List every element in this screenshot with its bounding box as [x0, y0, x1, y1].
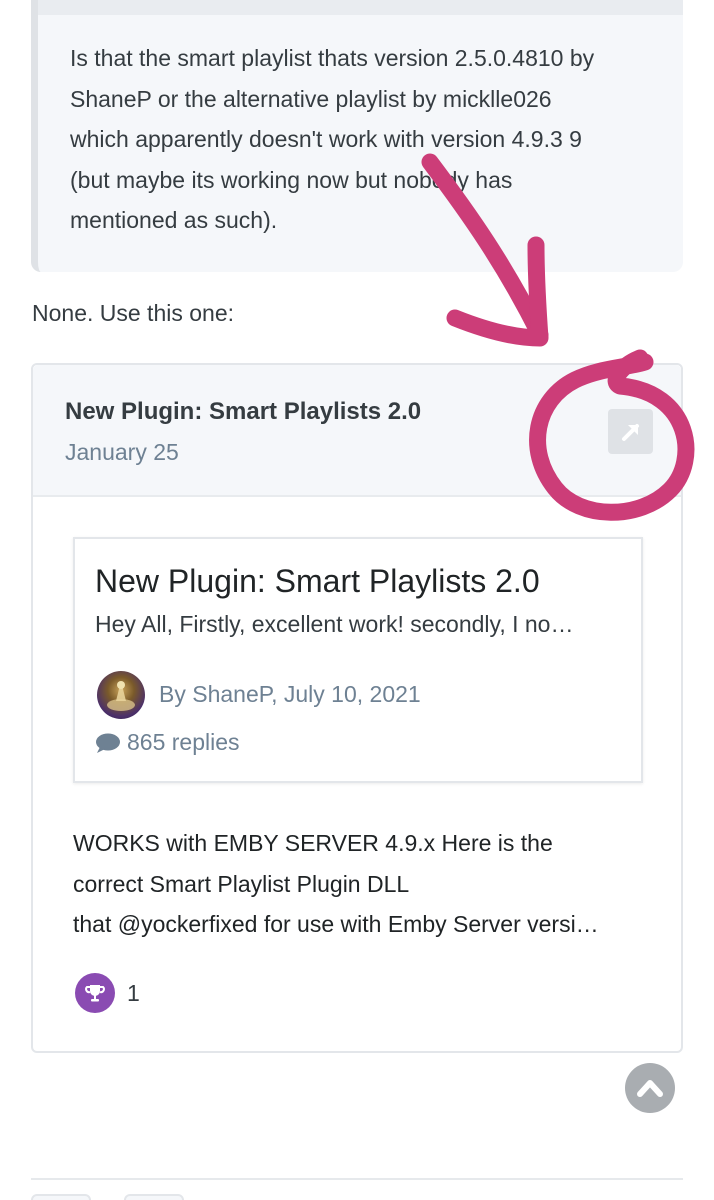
- footer-button[interactable]: [124, 1194, 184, 1200]
- embed-date: January 25: [65, 439, 179, 465]
- reaction-summary[interactable]: 1: [75, 973, 140, 1013]
- replies-count: 865 replies: [127, 729, 240, 755]
- footer-button[interactable]: [31, 1194, 91, 1200]
- quote-line: mentioned as such).: [70, 207, 278, 233]
- chevron-up-icon: [637, 1080, 663, 1097]
- topic-card-snippet: Hey All, Firstly, excellent work! second…: [95, 611, 574, 637]
- scroll-to-top-button[interactable]: [625, 1063, 675, 1113]
- embed-body-line: that @yockerfixed for use with Emby Serv…: [73, 911, 599, 937]
- avatar[interactable]: [97, 671, 145, 719]
- topic-card-replies: 865 replies: [95, 729, 240, 756]
- reply-text: None. Use this one:: [32, 300, 235, 326]
- external-link-icon: [621, 423, 639, 441]
- quote-text: Is that the smart playlist thats version…: [70, 38, 670, 241]
- embed-body-line: correct Smart Playlist Plugin DLL: [73, 870, 410, 897]
- topic-card-byline: By ShaneP, July 10, 2021: [159, 681, 421, 707]
- quote-top-bar: [38, 0, 683, 15]
- embed-header: New Plugin: Smart Playlists 2.0 January …: [33, 365, 681, 497]
- embed-body-line: WORKS with EMBY SERVER 4.9.x Here is the: [73, 830, 553, 856]
- embed-title[interactable]: New Plugin: Smart Playlists 2.0: [65, 398, 421, 426]
- reaction-count: 1: [127, 979, 140, 1006]
- quote-line: which apparently doesn't work with versi…: [70, 126, 582, 152]
- divider: [31, 1178, 683, 1180]
- embed-body: WORKS with EMBY SERVER 4.9.x Here is the…: [73, 823, 653, 945]
- trophy-icon: [75, 973, 115, 1013]
- quote-line: Is that the smart playlist thats version…: [70, 45, 595, 71]
- topic-card-title[interactable]: New Plugin: Smart Playlists 2.0: [95, 563, 540, 600]
- quote-line: ShaneP or the alternative playlist by mi…: [70, 85, 552, 112]
- avatar-image: [107, 681, 135, 711]
- comment-icon: [96, 733, 120, 753]
- open-post-button[interactable]: [608, 409, 653, 454]
- quote-block: Is that the smart playlist thats version…: [31, 0, 683, 272]
- quote-line: (but maybe its working now but nobody ha…: [70, 166, 513, 193]
- topic-card[interactable]: New Plugin: Smart Playlists 2.0 Hey All,…: [73, 537, 643, 783]
- embedded-post: New Plugin: Smart Playlists 2.0 January …: [31, 363, 683, 1053]
